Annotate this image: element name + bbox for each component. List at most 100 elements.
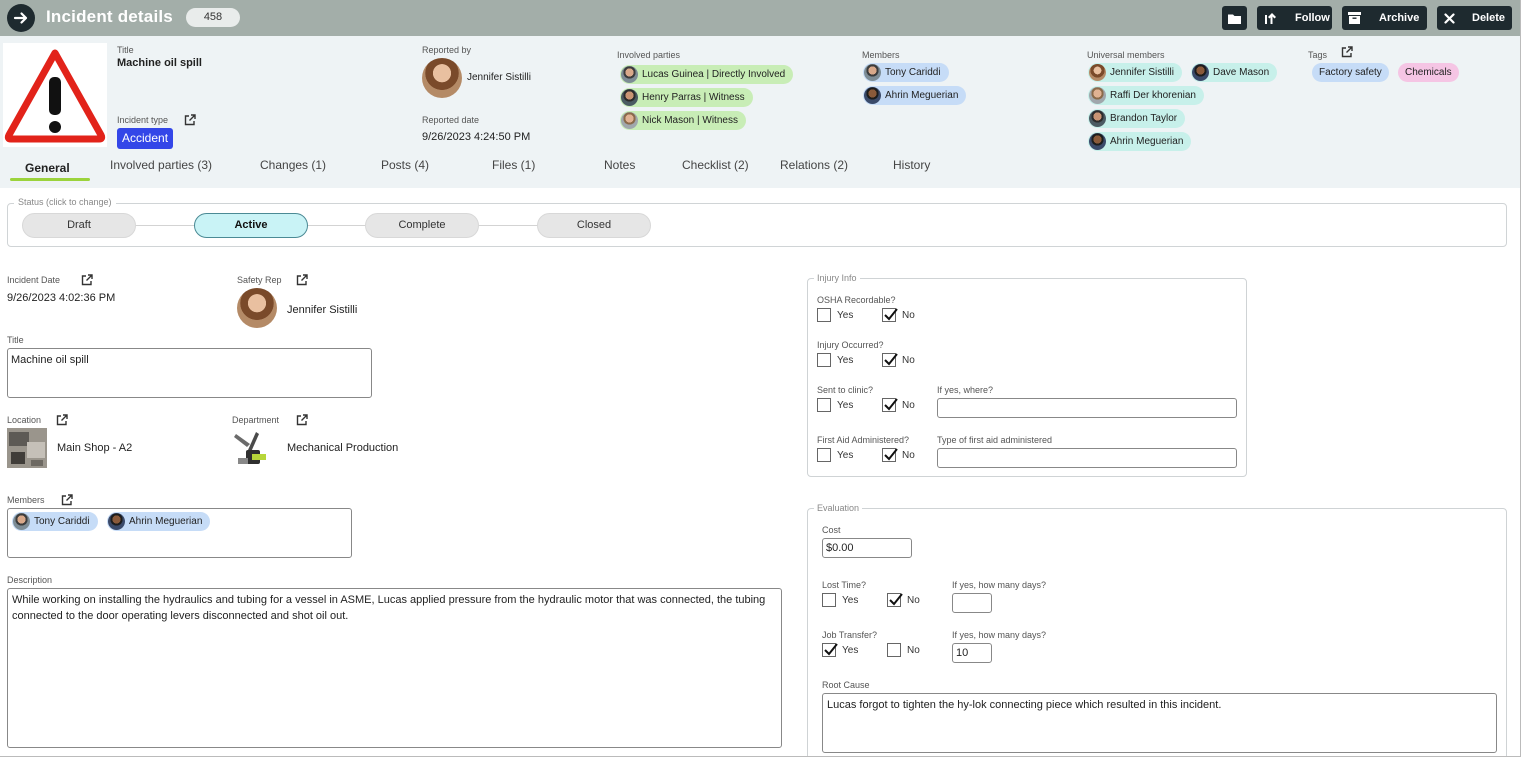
involved-party-chip[interactable]: Henry Parras | Witness xyxy=(620,88,753,107)
member-chip[interactable]: Tony Cariddi xyxy=(863,63,949,82)
members-field-label: Members xyxy=(7,495,45,505)
first-aid-no-checkbox[interactable] xyxy=(882,448,898,462)
archive-label: Archive xyxy=(1379,12,1420,24)
universal-member-chip[interactable]: Raffi Der khorenian xyxy=(1088,86,1204,105)
clinic-label: Sent to clinic? xyxy=(817,385,874,395)
cost-label: Cost xyxy=(822,525,841,535)
location-label: Location xyxy=(7,415,42,425)
tab-posts[interactable]: Posts (4) xyxy=(381,158,429,172)
lost-time-label: Lost Time? xyxy=(822,580,867,590)
back-arrow-button[interactable] xyxy=(7,4,35,32)
universal-member-chip[interactable]: Dave Mason xyxy=(1191,63,1278,82)
first-aid-label: First Aid Administered? xyxy=(817,435,910,445)
incident-type-badge[interactable]: Accident xyxy=(117,128,174,149)
universal-member-chip[interactable]: Jennifer Sistilli xyxy=(1088,63,1182,82)
location-value[interactable]: Main Shop - A2 xyxy=(57,442,132,454)
avatar xyxy=(1192,64,1209,81)
delete-button[interactable]: Delete xyxy=(1437,6,1512,30)
osha-no-checkbox[interactable] xyxy=(882,308,898,322)
external-link-icon[interactable] xyxy=(1341,46,1353,58)
top-bar: Incident details 458 Follow Archive Dele… xyxy=(0,0,1520,36)
avatar xyxy=(621,112,638,129)
first-aid-yes-checkbox[interactable] xyxy=(817,448,831,462)
tab-notes[interactable]: Notes xyxy=(604,158,635,172)
clinic-where-input[interactable] xyxy=(937,398,1237,418)
title-field[interactable]: Machine oil spill xyxy=(7,348,372,398)
tab-involved-parties[interactable]: Involved parties (3) xyxy=(110,158,212,172)
injury-no-checkbox[interactable] xyxy=(882,353,898,367)
members-label: Members xyxy=(862,50,900,60)
transfer-days-input[interactable]: 10 xyxy=(952,643,992,663)
description-field[interactable]: While working on installing the hydrauli… xyxy=(7,588,782,748)
folder-button[interactable] xyxy=(1222,6,1247,30)
tab-general[interactable]: General xyxy=(25,161,70,175)
tab-relations[interactable]: Relations (2) xyxy=(780,158,848,172)
reported-by-value[interactable]: Jennifer Sistilli xyxy=(467,72,531,83)
involved-parties-label: Involved parties xyxy=(617,50,681,60)
universal-member-chip[interactable]: Ahrin Meguerian xyxy=(1088,132,1192,151)
external-link-icon[interactable] xyxy=(184,114,196,126)
job-transfer-no-checkbox[interactable] xyxy=(887,643,901,657)
external-link-icon[interactable] xyxy=(61,494,73,506)
active-tab-indicator xyxy=(10,178,90,181)
title-label: Title xyxy=(117,45,134,55)
root-cause-field[interactable]: Lucas forgot to tighten the hy-lok conne… xyxy=(822,693,1497,753)
osha-yes-checkbox[interactable] xyxy=(817,308,831,322)
member-chip[interactable]: Tony Cariddi xyxy=(12,512,98,531)
department-value[interactable]: Mechanical Production xyxy=(287,442,398,454)
avatar xyxy=(108,513,125,530)
department-label: Department xyxy=(232,415,280,425)
external-link-icon[interactable] xyxy=(81,274,93,286)
tag-chip[interactable]: Chemicals xyxy=(1398,63,1459,82)
member-chip[interactable]: Ahrin Meguerian xyxy=(107,512,211,531)
lost-time-no-checkbox[interactable] xyxy=(887,593,903,607)
safety-rep-value[interactable]: Jennifer Sistilli xyxy=(287,304,357,316)
cost-input[interactable]: $0.00 xyxy=(822,538,912,558)
involved-party-chip[interactable]: Lucas Guinea | Directly Involved xyxy=(620,65,794,84)
tab-history[interactable]: History xyxy=(893,158,930,172)
external-link-icon[interactable] xyxy=(56,414,68,426)
member-chip[interactable]: Ahrin Meguerian xyxy=(863,86,967,105)
tab-changes[interactable]: Changes (1) xyxy=(260,158,326,172)
job-transfer-yes-checkbox[interactable] xyxy=(822,643,838,657)
status-draft[interactable]: Draft xyxy=(22,213,136,238)
yes-label: Yes xyxy=(837,400,854,411)
status-complete[interactable]: Complete xyxy=(365,213,479,238)
avatar xyxy=(621,89,638,106)
first-aid-type-input[interactable] xyxy=(937,448,1237,468)
universal-member-chip[interactable]: Brandon Taylor xyxy=(1088,109,1186,128)
lost-days-input[interactable] xyxy=(952,593,992,613)
clinic-yes-checkbox[interactable] xyxy=(817,398,831,412)
root-cause-label: Root Cause xyxy=(822,680,870,690)
status-active[interactable]: Active xyxy=(194,213,308,238)
status-legend: Status (click to change) xyxy=(14,197,116,207)
external-link-icon[interactable] xyxy=(296,274,308,286)
external-link-icon[interactable] xyxy=(296,414,308,426)
follow-button[interactable]: Follow xyxy=(1257,6,1332,30)
incident-date-value: 9/26/2023 4:02:36 PM xyxy=(7,292,116,304)
description-label: Description xyxy=(7,575,53,585)
checkmark-icon xyxy=(884,353,898,366)
avatar xyxy=(1089,133,1106,150)
yes-label: Yes xyxy=(842,595,859,606)
tab-checklist[interactable]: Checklist (2) xyxy=(682,158,749,172)
osha-label: OSHA Recordable? xyxy=(817,295,896,305)
status-closed[interactable]: Closed xyxy=(537,213,651,238)
universal-members-label: Universal members xyxy=(1087,50,1165,60)
incident-type-label: Incident type xyxy=(117,115,169,125)
no-label: No xyxy=(902,310,915,321)
lost-time-yes-checkbox[interactable] xyxy=(822,593,836,607)
title-value: Machine oil spill xyxy=(117,57,202,69)
clinic-no-checkbox[interactable] xyxy=(882,398,898,412)
avatar xyxy=(621,66,638,83)
involved-party-chip[interactable]: Nick Mason | Witness xyxy=(620,111,746,130)
transfer-days-label: If yes, how many days? xyxy=(952,630,1047,640)
archive-button[interactable]: Archive xyxy=(1342,6,1427,30)
yes-label: Yes xyxy=(837,450,854,461)
evaluation-legend: Evaluation xyxy=(814,503,863,513)
injury-info-legend: Injury Info xyxy=(814,273,860,283)
reported-by-label: Reported by xyxy=(422,45,472,55)
tag-chip[interactable]: Factory safety xyxy=(1312,63,1389,82)
tab-files[interactable]: Files (1) xyxy=(492,158,535,172)
injury-yes-checkbox[interactable] xyxy=(817,353,831,367)
